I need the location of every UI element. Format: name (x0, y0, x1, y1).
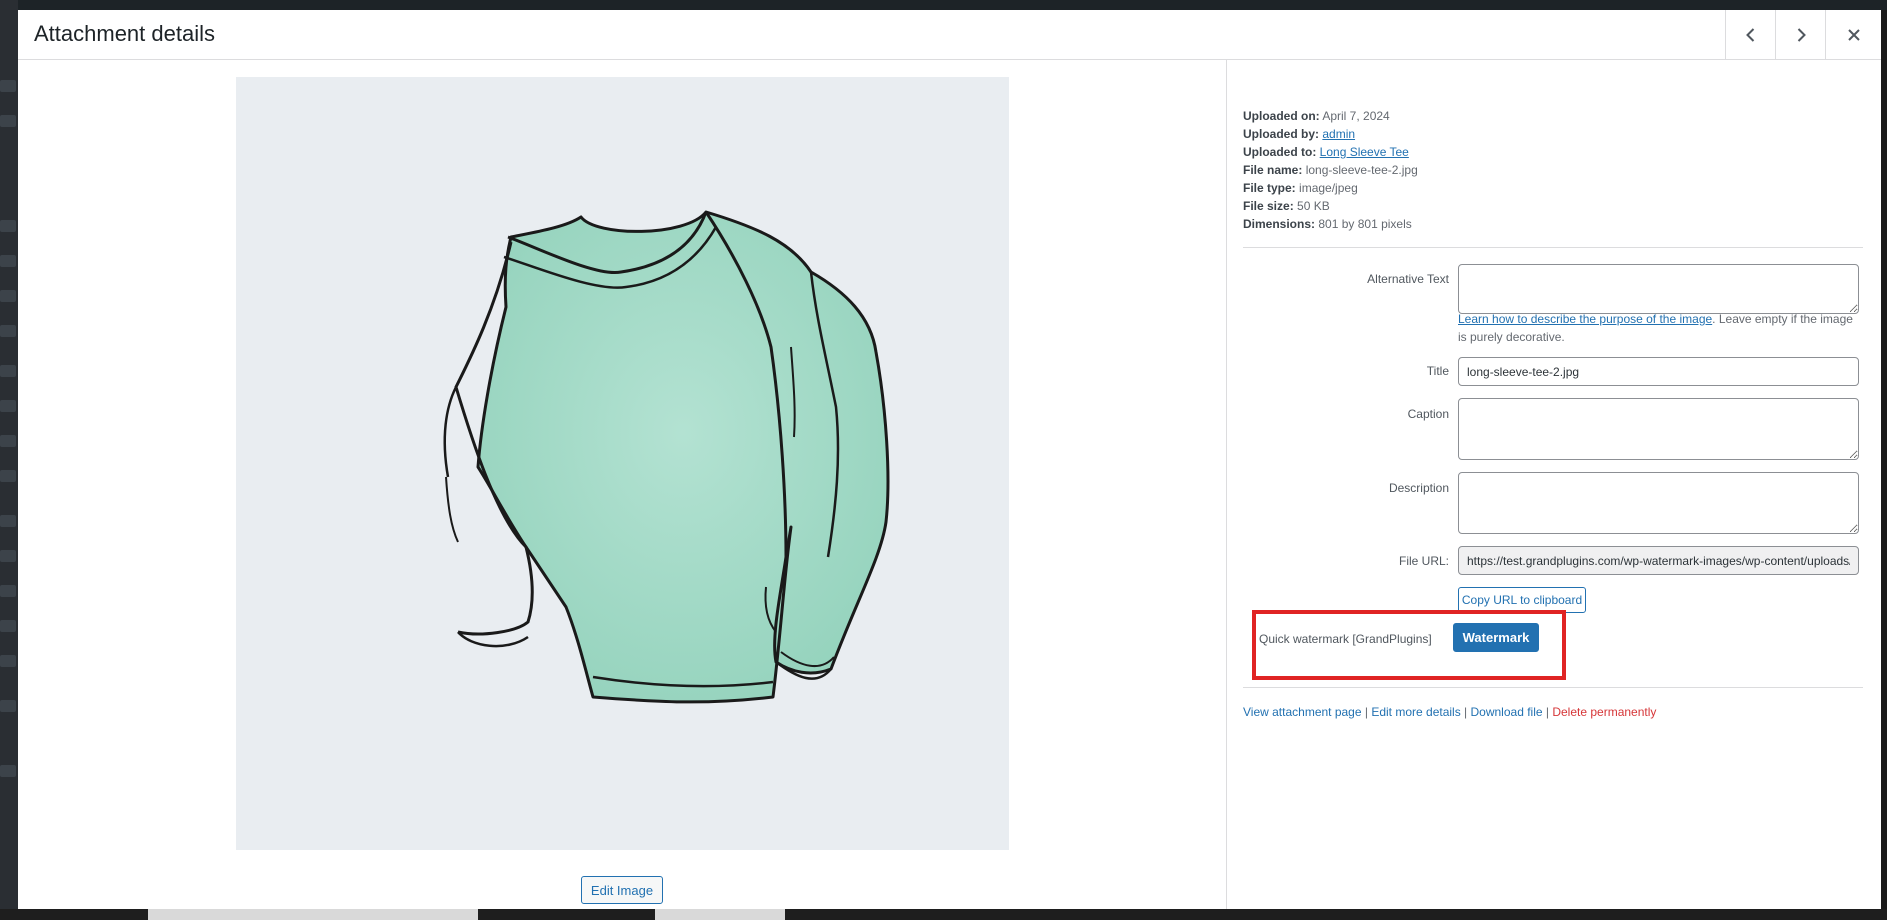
file-type-label: File type: (1243, 181, 1296, 195)
sidebar-icon (0, 290, 16, 302)
file-size-value: 50 KB (1297, 199, 1330, 213)
attachment-image (236, 77, 1009, 850)
uploaded-on-row: Uploaded on: April 7, 2024 (1243, 107, 1418, 125)
alt-text-help: Learn how to describe the purpose of the… (1458, 310, 1863, 346)
page-background-bottom (0, 909, 1887, 920)
background-row (148, 909, 478, 920)
uploaded-to-row: Uploaded to: Long Sleeve Tee (1243, 143, 1418, 161)
sidebar-icon (0, 255, 16, 267)
sidebar-icon (0, 515, 16, 527)
chevron-left-icon (1745, 27, 1754, 42)
sidebar-icon (0, 655, 16, 667)
edit-image-button[interactable]: Edit Image (581, 876, 663, 904)
previous-attachment-button[interactable] (1725, 10, 1775, 59)
description-field[interactable] (1458, 472, 1859, 534)
caption-field[interactable] (1458, 398, 1859, 460)
view-attachment-page-link[interactable]: View attachment page (1243, 705, 1362, 719)
admin-sidebar-background (0, 0, 18, 920)
description-label: Description (1388, 481, 1449, 495)
alt-text-help-link[interactable]: Learn how to describe the purpose of the… (1458, 312, 1712, 326)
close-icon (1847, 28, 1860, 41)
dimensions-value: 801 by 801 pixels (1318, 217, 1412, 231)
file-name-label: File name: (1243, 163, 1303, 177)
file-size-label: File size: (1243, 199, 1294, 213)
modal-title: Attachment details (34, 21, 215, 46)
attachment-details-modal: Attachment details Edit Image Uploaded o… (18, 10, 1881, 909)
uploaded-on-value: April 7, 2024 (1322, 109, 1390, 123)
file-type-value: image/jpeg (1299, 181, 1358, 195)
uploaded-by-link[interactable]: admin (1322, 127, 1355, 141)
sidebar-icon (0, 765, 16, 777)
sidebar-icon (0, 470, 16, 482)
sidebar-icon (0, 325, 16, 337)
attachment-info-panel: Uploaded on: April 7, 2024 Uploaded by: … (1226, 60, 1881, 909)
close-modal-button[interactable] (1825, 10, 1881, 59)
separator: | (1361, 705, 1372, 719)
uploaded-by-label: Uploaded by: (1243, 127, 1320, 141)
file-name-value: long-sleeve-tee-2.jpg (1305, 163, 1418, 177)
uploaded-on-label: Uploaded on: (1243, 109, 1320, 123)
sidebar-icon (0, 80, 16, 92)
file-size-row: File size: 50 KB (1243, 197, 1418, 215)
sidebar-icon (0, 700, 16, 712)
uploaded-to-link[interactable]: Long Sleeve Tee (1320, 145, 1409, 159)
attachment-actions: View attachment page | Edit more details… (1243, 705, 1656, 719)
sidebar-icon (0, 435, 16, 447)
file-url-label: File URL: (1398, 554, 1449, 568)
title-field[interactable] (1458, 357, 1859, 386)
title-label: Title (1426, 364, 1449, 378)
delete-permanently-link[interactable]: Delete permanently (1552, 705, 1656, 719)
next-attachment-button[interactable] (1775, 10, 1825, 59)
sidebar-icon (0, 365, 16, 377)
caption-label: Caption (1407, 407, 1449, 421)
alt-text-field[interactable] (1458, 264, 1859, 314)
alt-text-label: Alternative Text (1367, 272, 1449, 286)
sidebar-icon (0, 115, 16, 127)
edit-more-details-link[interactable]: Edit more details (1371, 705, 1460, 719)
dimensions-row: Dimensions: 801 by 801 pixels (1243, 215, 1418, 233)
media-preview-area: Edit Image (18, 60, 1226, 909)
sidebar-icon (0, 550, 16, 562)
uploaded-to-label: Uploaded to: (1243, 145, 1317, 159)
file-metadata: Uploaded on: April 7, 2024 Uploaded by: … (1243, 107, 1418, 233)
admin-bar-background (0, 0, 1887, 10)
download-file-link[interactable]: Download file (1471, 705, 1543, 719)
sidebar-icon (0, 620, 16, 632)
long-sleeve-tee-image (443, 210, 890, 704)
divider (1243, 247, 1863, 248)
uploaded-by-row: Uploaded by: admin (1243, 125, 1418, 143)
sidebar-icon (0, 585, 16, 597)
file-name-row: File name: long-sleeve-tee-2.jpg (1243, 161, 1418, 179)
file-url-field[interactable] (1458, 546, 1859, 575)
divider (1243, 687, 1863, 688)
chevron-right-icon (1797, 27, 1806, 42)
modal-header: Attachment details (18, 10, 1881, 60)
file-type-row: File type: image/jpeg (1243, 179, 1418, 197)
sidebar-icon (0, 220, 16, 232)
dimensions-label: Dimensions: (1243, 217, 1316, 231)
separator: | (1542, 705, 1553, 719)
sidebar-icon (0, 400, 16, 412)
highlight-box (1252, 610, 1566, 680)
background-row (655, 909, 785, 920)
separator: | (1460, 705, 1471, 719)
